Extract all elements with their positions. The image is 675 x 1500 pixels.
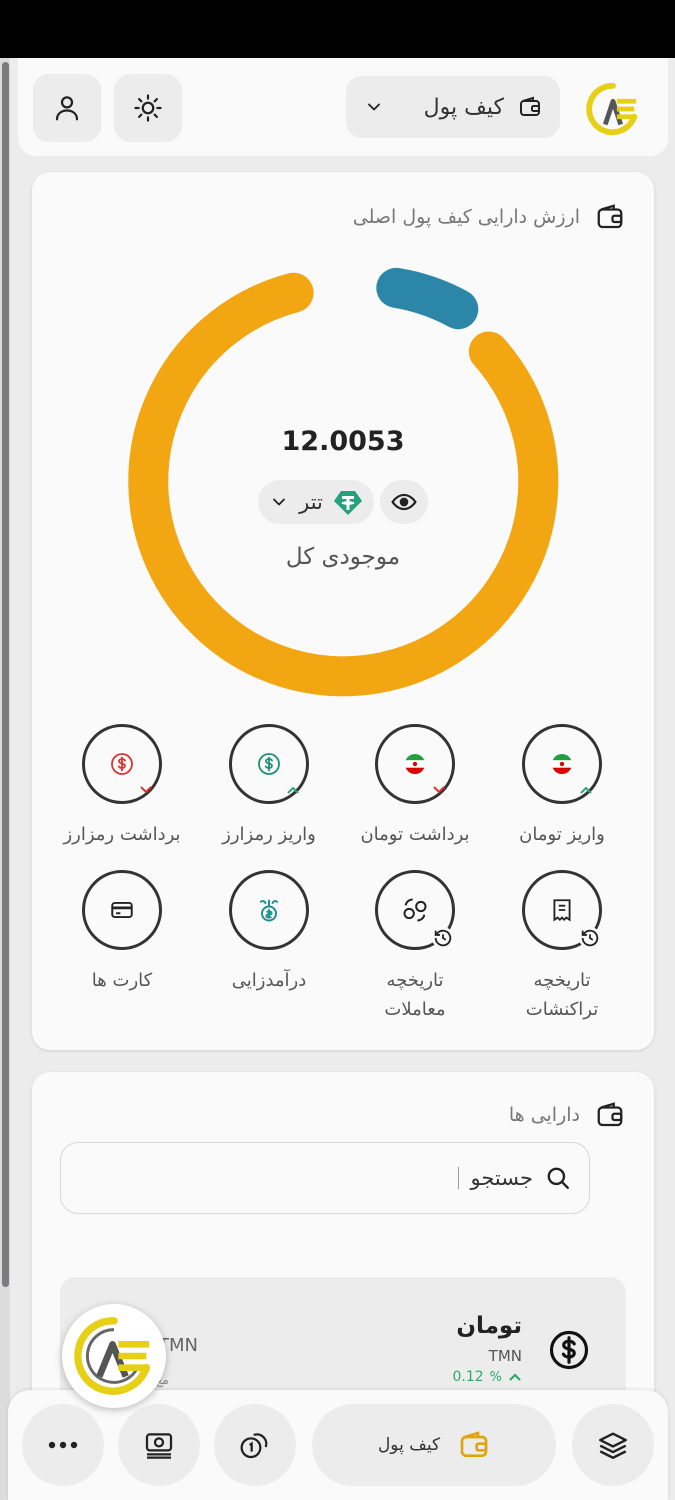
chevron-up-icon <box>509 1373 521 1381</box>
wallet-icon <box>520 96 540 116</box>
wallet-selector[interactable]: کیف پول <box>346 76 560 138</box>
top-header: کیف پول <box>18 58 668 156</box>
coins-icon <box>240 1433 268 1459</box>
wallet-card-title: ارزش دارایی کیف پول اصلی <box>352 206 580 228</box>
assets-card-header: دارایی ها <box>509 1100 626 1130</box>
dollar-icon <box>549 1330 589 1370</box>
wallet-selector-label: کیف پول <box>423 94 504 120</box>
withdraw-crypto-label: برداشت رمزارز <box>63 824 181 845</box>
layers-icon <box>599 1432 627 1459</box>
transaction-history-button[interactable]: تاریخچه تراکنشات <box>492 870 632 1024</box>
user-icon <box>55 96 79 121</box>
deposit-crypto-label: واریز رمزارز <box>222 824 316 845</box>
deposit-crypto-button[interactable]: واریز رمزارز <box>199 724 339 849</box>
withdraw-crypto-button[interactable]: برداشت رمزارز <box>52 724 192 849</box>
withdraw-toman-circle <box>375 724 455 804</box>
assets-card-title: دارایی ها <box>508 1104 580 1126</box>
arrow-up-icon <box>580 786 592 794</box>
brand-logo <box>586 82 638 136</box>
iran-flag-icon <box>405 754 425 774</box>
withdraw-toman-button[interactable]: برداشت تومان <box>345 724 485 849</box>
tether-icon <box>333 491 362 515</box>
theme-toggle-button[interactable] <box>114 74 182 142</box>
wallet-icon <box>597 1102 623 1127</box>
total-balance-label: موجودی کل <box>285 544 401 570</box>
withdraw-crypto-circle <box>82 724 162 804</box>
trade-history-button[interactable]: تاریخچه معاملات <box>345 870 485 1024</box>
asset-change-unit: % <box>489 1369 502 1385</box>
nav-layers-button[interactable] <box>572 1404 654 1486</box>
coins-button[interactable] <box>214 1404 296 1486</box>
search-text: جستجو <box>470 1166 533 1190</box>
deposit-toman-button[interactable]: واریز تومان <box>492 724 632 849</box>
chevron-down-icon <box>368 103 380 111</box>
profile-button[interactable] <box>33 74 101 142</box>
earn-button[interactable]: درآمدزایی <box>199 870 339 995</box>
wallet-icon <box>597 204 623 229</box>
iran-flag-icon <box>552 754 572 774</box>
arrow-down-icon <box>140 786 152 794</box>
payments-button[interactable] <box>118 1404 200 1486</box>
brand-logo <box>74 1317 150 1395</box>
asset-symbol: TMN <box>488 1347 522 1365</box>
arrow-up-icon <box>287 786 299 794</box>
deposit-toman-circle <box>522 724 602 804</box>
exchange-icon <box>403 898 427 922</box>
sun-icon <box>134 94 162 122</box>
transaction-history-circle <box>522 870 602 950</box>
history-icon <box>432 927 454 949</box>
arrow-down-icon <box>433 786 445 794</box>
transaction-history-label-line1: تاریخچه <box>533 970 591 991</box>
dollar-coin-icon <box>258 753 280 775</box>
cards-button[interactable]: کارت ها <box>52 870 192 995</box>
scrollbar[interactable] <box>2 62 9 1287</box>
search-icon <box>547 1167 569 1189</box>
earn-circle <box>229 870 309 950</box>
wallet-card: ارزش دارایی کیف پول اصلی 12.0053 تتر موج… <box>32 172 654 1050</box>
balance-value: 12.0053 <box>281 426 405 457</box>
toggle-visibility-button[interactable] <box>380 480 428 524</box>
trade-history-label-line1: تاریخچه <box>386 970 444 991</box>
transaction-history-label: تاریخچه تراکنشات <box>492 966 632 1024</box>
asset-change-value: 0.12 <box>452 1369 484 1385</box>
dollar-coin-icon <box>111 753 133 775</box>
currency-selector[interactable]: تتر <box>258 480 374 524</box>
nav-wallet-button[interactable]: کیف پول <box>312 1404 556 1486</box>
text-caret <box>457 1167 459 1189</box>
donut-segment-minor <box>376 267 479 330</box>
trade-history-label: تاریخچه معاملات <box>345 966 485 1024</box>
search-input[interactable]: جستجو <box>60 1142 590 1214</box>
eye-icon <box>391 493 417 511</box>
status-bar <box>0 0 675 58</box>
receipt-icon <box>553 899 571 922</box>
wallet-icon <box>460 1431 488 1457</box>
asset-change: % 0.12 <box>452 1369 522 1385</box>
more-button[interactable] <box>22 1404 104 1486</box>
transaction-history-label-line2: تراکنشات <box>525 999 599 1020</box>
cards-circle <box>82 870 162 950</box>
trade-history-circle <box>375 870 455 950</box>
wallet-card-header: ارزش دارایی کیف پول اصلی <box>353 202 626 232</box>
credit-card-icon <box>111 901 133 919</box>
cards-label: کارت ها <box>91 970 153 991</box>
chevron-down-icon <box>273 498 286 506</box>
floating-logo-button[interactable] <box>62 1304 166 1408</box>
trade-history-label-line2: معاملات <box>384 999 446 1020</box>
earn-label: درآمدزایی <box>231 970 307 991</box>
currency-label: تتر <box>299 490 323 514</box>
withdraw-toman-label: برداشت تومان <box>360 824 470 845</box>
asset-name: تومان <box>456 1313 522 1339</box>
deposit-toman-label: واریز تومان <box>519 824 605 845</box>
more-dots-icon <box>48 1441 78 1449</box>
deposit-crypto-circle <box>229 724 309 804</box>
nav-wallet-label: کیف پول <box>377 1435 441 1455</box>
money-growth-icon <box>259 899 279 922</box>
history-icon <box>579 927 601 949</box>
money-icon <box>145 1433 173 1459</box>
